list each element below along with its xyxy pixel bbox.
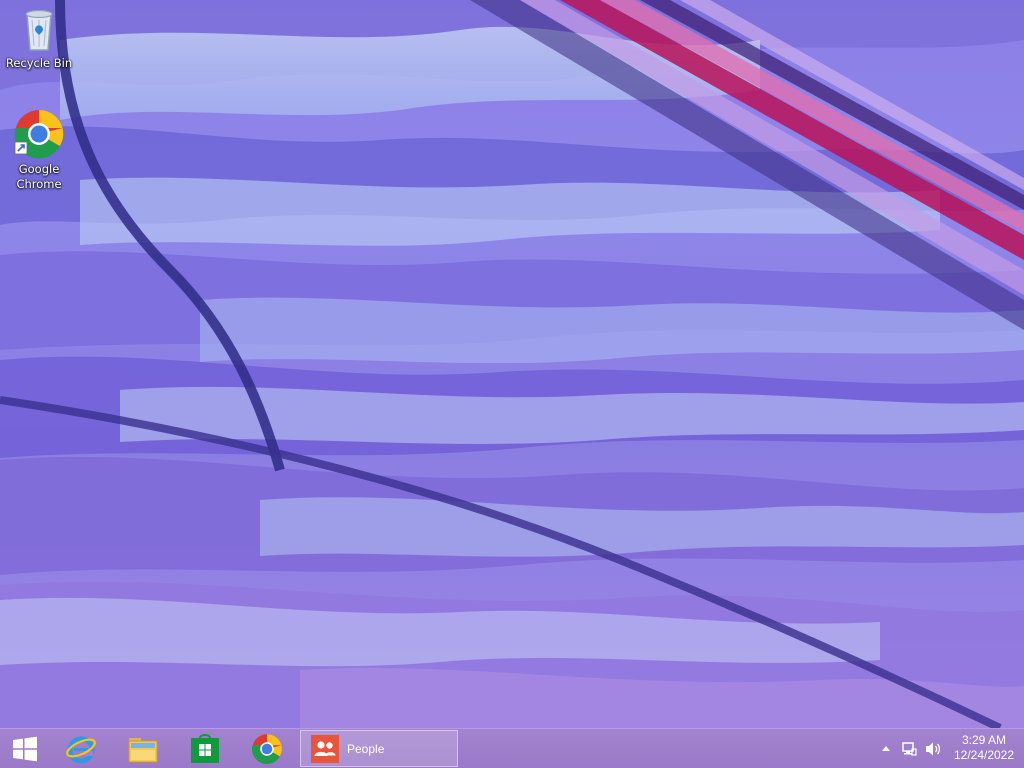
taskbar-store-button[interactable] [180, 729, 230, 768]
desktop-icon-label: Recycle Bin [5, 56, 73, 70]
recycle-bin-icon [25, 9, 53, 51]
store-icon [191, 733, 219, 763]
file-explorer-icon [128, 737, 158, 762]
desktop-icon-google-chrome[interactable]: Google Chrome [1, 108, 77, 192]
taskbar-file-explorer-button[interactable] [118, 729, 168, 768]
clock-date: 12/24/2022 [953, 748, 1015, 762]
taskbar-internet-explorer-button[interactable] [56, 729, 106, 768]
desktop-icon-recycle-bin[interactable]: Recycle Bin [1, 4, 77, 71]
volume-icon[interactable] [924, 741, 942, 757]
taskbar: People 3:29 AM 12/24/2022 [0, 728, 1024, 768]
people-icon [311, 734, 339, 763]
taskbar-chrome-button[interactable] [242, 729, 292, 768]
start-button[interactable] [4, 729, 46, 768]
taskbar-people-button[interactable]: People [300, 730, 458, 767]
desktop: Recycle Bin Google Chrome [0, 0, 1024, 728]
chrome-icon [251, 733, 282, 764]
chrome-icon [14, 109, 64, 159]
clock[interactable]: 3:29 AM 12/24/2022 [948, 733, 1020, 763]
system-tray: 3:29 AM 12/24/2022 [864, 729, 1024, 768]
desktop-icon-label: Google Chrome [16, 162, 62, 191]
network-icon[interactable] [900, 741, 918, 757]
internet-explorer-icon [66, 736, 96, 763]
people-button-label: People [347, 741, 385, 756]
chevron-up-icon[interactable] [880, 741, 892, 755]
clock-time: 3:29 AM [961, 733, 1007, 747]
wallpaper [0, 0, 1024, 728]
windows-logo-icon [13, 736, 37, 761]
